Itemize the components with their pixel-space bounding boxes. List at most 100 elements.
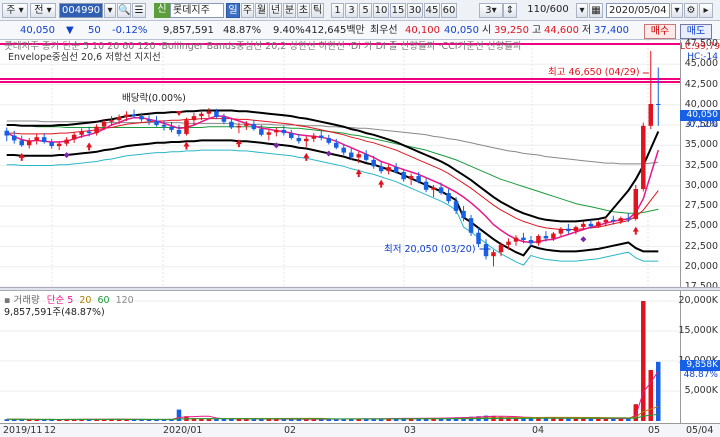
candle-body: [363, 154, 369, 160]
volume-legend-20: 20: [79, 295, 92, 306]
data-range: 110/600: [527, 4, 569, 15]
stock-code-input[interactable]: 004990: [59, 3, 103, 18]
volume-chart-panel[interactable]: ▪ 거래량 단순 5 20 60 120 9,857,591주(48.87%): [0, 291, 680, 423]
candle-body: [176, 129, 182, 134]
period-tab-12[interactable]: 30: [407, 3, 423, 18]
price-chart-panel[interactable]: 롯데지주 종가 단순 5 10 20 60 120 ·Bollinger Ban…: [0, 40, 680, 287]
candle-body: [401, 172, 406, 180]
buy-button[interactable]: 매수: [644, 24, 676, 39]
candle-body: [146, 119, 152, 121]
date-field[interactable]: 2020/05/04: [606, 3, 670, 18]
candle-body: [626, 218, 631, 220]
hc-tag: HC:-14: [687, 52, 718, 62]
price-axis-label: 20,000: [684, 260, 718, 272]
code-dropdown-icon[interactable]: ▾: [104, 3, 116, 18]
period-select[interactable]: 전 ▾: [30, 3, 56, 18]
chart-type-select[interactable]: 주 ▾: [2, 3, 28, 18]
date-dropdown-icon[interactable]: ▾: [671, 3, 683, 18]
volume-bar: [648, 370, 654, 421]
sell-button[interactable]: 매도: [680, 24, 712, 39]
price-axis-label: 42,500: [684, 78, 718, 90]
date-axis-label: 2020/01: [163, 425, 203, 436]
calendar-icon[interactable]: ▦: [589, 3, 603, 18]
period-tab-14[interactable]: 60: [441, 3, 457, 18]
candle-body: [566, 228, 571, 232]
candle-body: [423, 181, 429, 190]
candle-body: [266, 132, 272, 135]
dividend-arrow: [175, 111, 182, 117]
best-ask-label: 최우선: [370, 25, 398, 36]
period-tab-7[interactable]: 1: [331, 3, 344, 18]
candle-body: [416, 176, 421, 182]
stock-list-icon[interactable]: ☰: [132, 3, 146, 18]
candle-body: [251, 124, 257, 130]
range-down-icon[interactable]: ▾: [576, 3, 588, 18]
open-price: 39,250: [494, 25, 529, 36]
candle-body: [94, 126, 99, 134]
count-stepper-icon[interactable]: ⇕: [503, 3, 517, 18]
candle-body: [513, 237, 519, 242]
scroll-right-icon[interactable]: ▸: [699, 3, 713, 18]
period-tab-3[interactable]: 년: [269, 3, 282, 18]
volume-bar: [573, 418, 579, 421]
period-tab-10[interactable]: 10: [373, 3, 389, 18]
candle-body: [603, 219, 609, 223]
credit-badge: 신: [154, 3, 170, 18]
candle-body: [34, 137, 39, 141]
candle-body: [319, 135, 324, 138]
volume-ratio: 9.40%: [273, 25, 305, 36]
candle-body: [41, 137, 47, 143]
candle-body: [56, 143, 62, 147]
candle-body: [633, 189, 639, 219]
candle-body: [79, 131, 84, 135]
candle-body: [641, 125, 646, 190]
price-axis-label: 30,000: [684, 179, 718, 191]
signal-diamond: [580, 236, 587, 243]
candle-body: [431, 187, 436, 190]
period-tab-0[interactable]: 일: [226, 3, 240, 18]
period-tab-1[interactable]: 주: [241, 3, 254, 18]
bollinger-lower: [6, 139, 659, 257]
period-tab-13[interactable]: 45: [424, 3, 440, 18]
volume-bar: [641, 301, 646, 421]
price-axis: 47,500 45,000 42,500 40,000 37,500 35,000 32,5…: [680, 39, 720, 292]
current-price: 40,050: [20, 25, 55, 36]
candle-body: [618, 218, 624, 222]
date-axis-label: 05/04: [686, 425, 714, 436]
candle-body: [528, 240, 534, 244]
volume-value: 9,857,591: [163, 25, 214, 36]
period-tab-8[interactable]: 3: [345, 3, 358, 18]
period-tab-2[interactable]: 월: [255, 3, 268, 18]
candle-body: [506, 241, 511, 245]
candle-body: [11, 135, 17, 141]
candle-body: [109, 120, 114, 122]
volume-legend-5: 5: [67, 295, 74, 306]
period-tab-6[interactable]: 틱: [311, 3, 324, 18]
period-tab-9[interactable]: 5: [359, 3, 372, 18]
count-select[interactable]: 3▾: [479, 3, 503, 18]
candle-body: [656, 103, 661, 105]
low-annotation: 최저 20,050 (03/20): [384, 244, 476, 255]
buy-signal-arrow: [378, 179, 385, 188]
price-axis-label: 25,000: [684, 220, 718, 232]
period-tab-11[interactable]: 15: [390, 3, 406, 18]
candle-body: [596, 222, 601, 227]
candle-body: [139, 116, 144, 120]
current-volume-pct: 48.87%: [683, 370, 718, 380]
candle-body: [476, 232, 481, 245]
chart-toolbar: 주 ▾ 전 ▾ 004990 ▾ 🔍 ☰ 신 롯데지주 일 주 월 년 분 초 틱 1 3 5 10…: [0, 0, 720, 21]
period-tab-4[interactable]: 분: [283, 3, 296, 18]
period-tab-5[interactable]: 초: [297, 3, 310, 18]
search-icon[interactable]: 🔍: [117, 3, 131, 18]
settings-icon[interactable]: ⚙: [684, 3, 698, 18]
candle-body: [161, 125, 167, 127]
volume-value-text: 9,857,591주(48.87%): [4, 307, 105, 318]
candle-body: [588, 223, 594, 227]
high-label: 고: [532, 25, 542, 36]
volume-ma5-line: [6, 370, 659, 420]
down-arrow-icon: ▼: [66, 25, 74, 36]
price-legend: 롯데지주 종가 단순 5 10 20 60 120 ·Bollinger Ban…: [4, 41, 522, 52]
price-axis-label: 35,000: [684, 139, 718, 151]
turnover-pct: 48.87%: [223, 25, 262, 36]
date-axis-label: 03: [404, 425, 417, 436]
